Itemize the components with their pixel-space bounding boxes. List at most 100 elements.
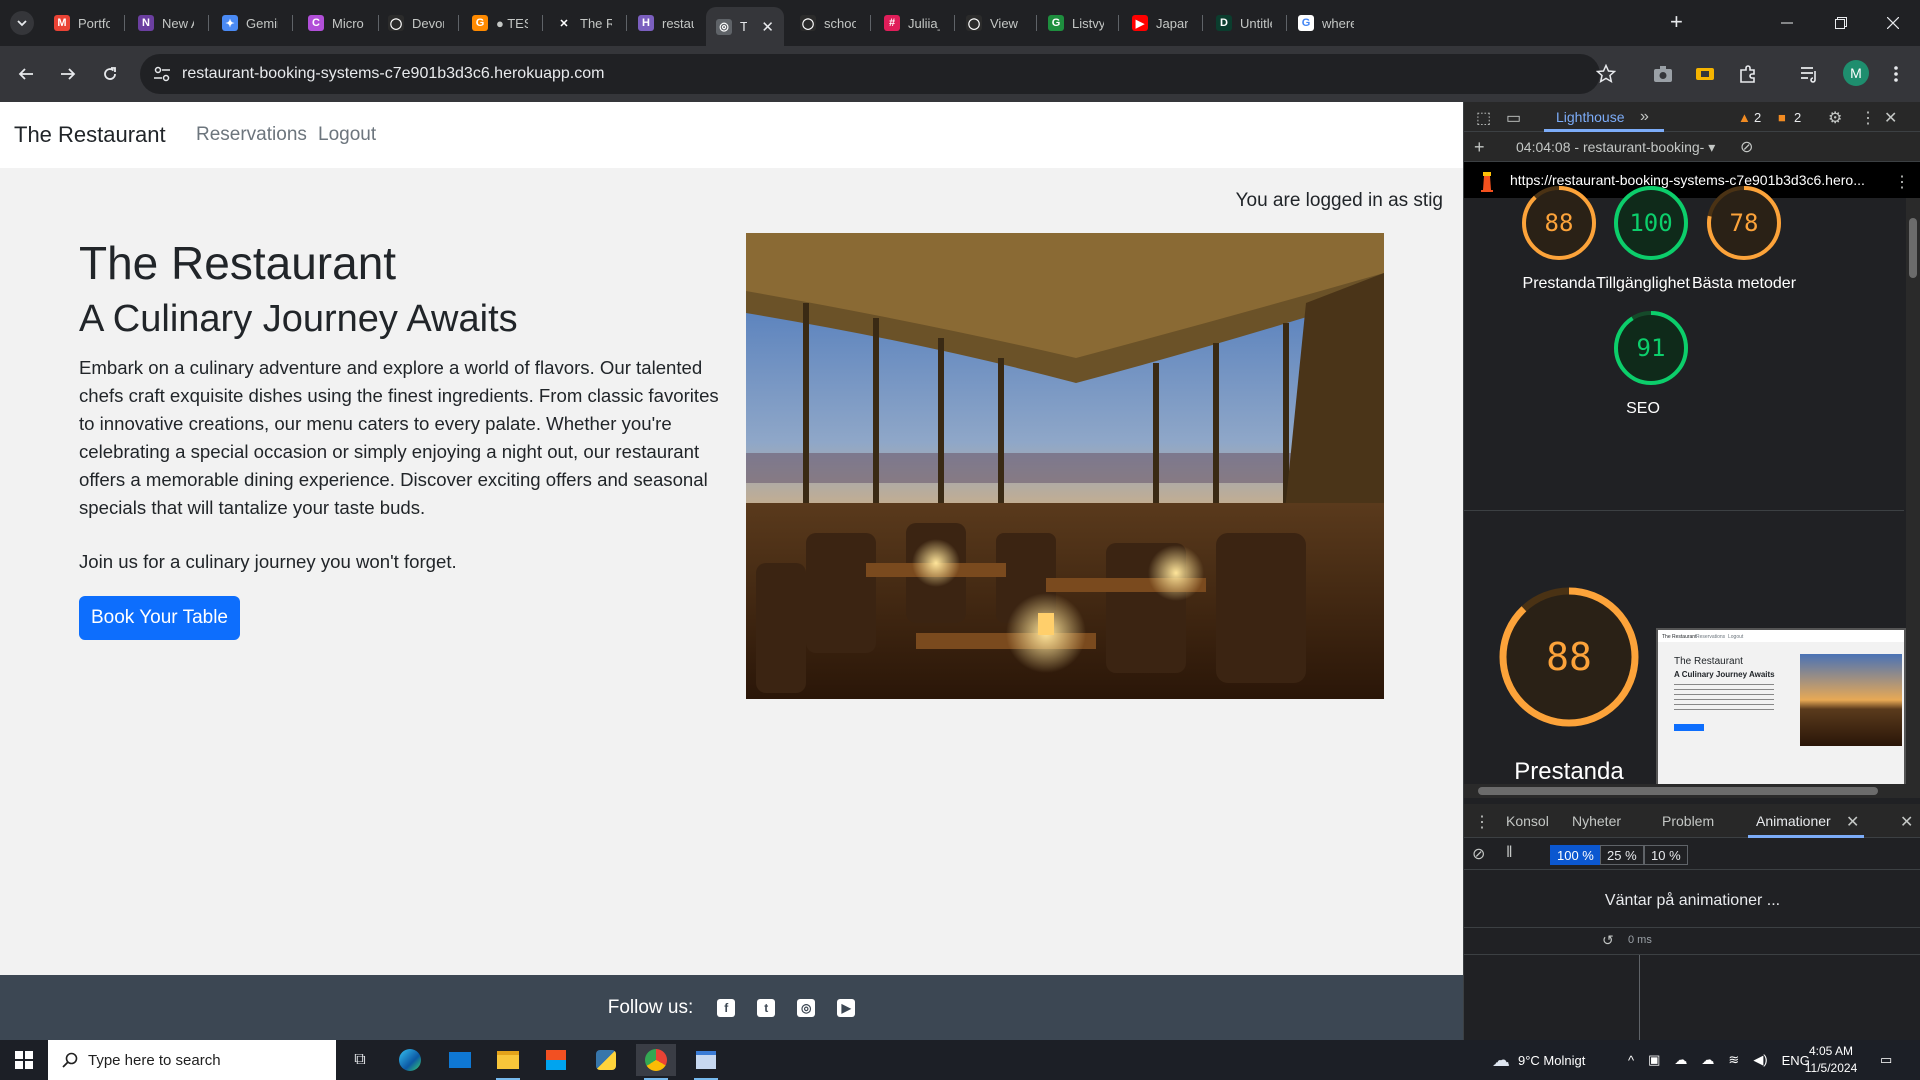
- close-drawer-icon[interactable]: ✕: [1900, 812, 1913, 832]
- slack-icon: #: [884, 15, 900, 31]
- forward-button[interactable]: [54, 60, 82, 88]
- hero-join-text: Join us for a culinary journey you won't…: [79, 551, 457, 572]
- replay-icon[interactable]: ↺: [1602, 932, 1614, 949]
- warning-icon[interactable]: ▲: [1738, 110, 1751, 125]
- browser-tab[interactable]: Hrestaurar: [628, 7, 704, 39]
- facebook-icon[interactable]: f: [717, 998, 736, 1017]
- error-icon[interactable]: ■: [1778, 110, 1786, 125]
- site-info-icon[interactable]: [152, 64, 172, 84]
- new-report-icon[interactable]: +: [1474, 137, 1485, 158]
- start-button[interactable]: [0, 1040, 48, 1080]
- restore-button[interactable]: [1814, 0, 1868, 46]
- devtools-menu-icon[interactable]: ⋮: [1860, 108, 1876, 128]
- browser-tab[interactable]: G Listvy - F: [1038, 7, 1114, 39]
- inspect-element-icon[interactable]: ⬚: [1476, 108, 1491, 128]
- browser-tab[interactable]: M Portfolio: [44, 7, 120, 39]
- speed-100[interactable]: 100 %: [1550, 845, 1601, 865]
- report-selector[interactable]: 04:04:08 - restaurant-booking- ▾: [1516, 139, 1715, 156]
- gitpod-icon: G: [472, 15, 488, 31]
- chrome-app[interactable]: [636, 1044, 676, 1080]
- more-tabs-icon[interactable]: »: [1640, 108, 1649, 126]
- devtools-panel: ⬚ ▭ Lighthouse » ▲ 2 ■ 2 ⚙ ⋮ ✕ + 04:04:0…: [1463, 102, 1920, 1040]
- site-brand[interactable]: The Restaurant: [14, 122, 166, 148]
- browser-tab[interactable]: ◎ The ✕: [706, 7, 784, 46]
- errors-count[interactable]: 2: [1794, 110, 1801, 125]
- browser-tab[interactable]: D Untitled: [1206, 7, 1282, 39]
- speed-10[interactable]: 10 %: [1644, 845, 1688, 865]
- devtools-close-icon[interactable]: ✕: [1884, 108, 1897, 128]
- speed-25[interactable]: 25 %: [1600, 845, 1644, 865]
- browser-tab[interactable]: ▶ Japanese: [1122, 7, 1198, 39]
- back-button[interactable]: [12, 60, 40, 88]
- clear-animations-icon[interactable]: ⊘: [1472, 844, 1485, 864]
- mail-app[interactable]: [440, 1044, 480, 1076]
- browser-tab[interactable]: Gwhere to: [1288, 7, 1364, 39]
- drawer-tab-console[interactable]: Konsol: [1506, 813, 1549, 829]
- browser-tab[interactable]: ◯ school_a: [790, 7, 866, 39]
- settings-gear-icon[interactable]: ⚙: [1828, 108, 1842, 128]
- wifi-icon[interactable]: ≋: [1728, 1052, 1739, 1068]
- taskbar-search[interactable]: Type here to search: [48, 1040, 336, 1080]
- book-table-button[interactable]: Book Your Table: [79, 596, 240, 640]
- warnings-count[interactable]: 2: [1754, 110, 1761, 125]
- minimize-button[interactable]: [1760, 0, 1814, 46]
- browser-tab[interactable]: # Juliia_me: [874, 7, 950, 39]
- page-screenshot-thumbnail[interactable]: The Restaurant Reservations Logout The R…: [1656, 628, 1906, 790]
- onedrive-sync-icon[interactable]: ☁: [1701, 1052, 1714, 1068]
- nav-link-reservations[interactable]: Reservations: [196, 124, 307, 146]
- notifications-button[interactable]: ▭: [1880, 1040, 1892, 1080]
- media-controls-button[interactable]: [1796, 60, 1824, 88]
- animation-timeline: ↺ 0 ms: [1464, 927, 1920, 955]
- browser-tab[interactable]: G ● TESTIN: [462, 7, 538, 39]
- browser-tab[interactable]: N New Age: [128, 7, 204, 39]
- nav-link-logout[interactable]: Logout: [318, 124, 376, 146]
- browser-tab[interactable]: ✕ The Resta: [546, 7, 622, 39]
- screenshot-extension-button[interactable]: [1649, 60, 1677, 88]
- bookmark-button[interactable]: [1592, 60, 1620, 88]
- browser-tab[interactable]: ✦ Gemini: [212, 7, 288, 39]
- vertical-scrollbar[interactable]: [1906, 198, 1920, 784]
- profile-avatar[interactable]: M: [1843, 60, 1869, 86]
- tab-lighthouse[interactable]: Lighthouse: [1556, 109, 1625, 125]
- drawer-tab-news[interactable]: Nyheter: [1572, 813, 1621, 829]
- file-explorer-app[interactable]: [488, 1044, 528, 1080]
- url-text[interactable]: restaurant-booking-systems-c7e901b3d3c6.…: [182, 65, 604, 83]
- extension-button[interactable]: [1691, 60, 1719, 88]
- drawer-tab-animations[interactable]: Animationer: [1756, 813, 1831, 829]
- drawer-tab-issues[interactable]: Problem: [1662, 813, 1714, 829]
- close-animations-tab-icon[interactable]: ✕: [1846, 812, 1859, 832]
- tray-chevron-icon[interactable]: ^: [1628, 1053, 1634, 1068]
- window-app[interactable]: [686, 1044, 726, 1080]
- browser-menu-button[interactable]: [1882, 60, 1910, 88]
- volume-icon[interactable]: ◀): [1753, 1052, 1767, 1068]
- browser-tab[interactable]: ◯ View 1 -: [956, 7, 1032, 39]
- browser-tab[interactable]: C Microsof: [298, 7, 374, 39]
- onedrive-icon[interactable]: ☁: [1674, 1052, 1687, 1068]
- clear-reports-icon[interactable]: ⊘: [1740, 137, 1753, 157]
- weather-widget[interactable]: ☁ 9°C Molnigt: [1492, 1040, 1585, 1080]
- drawer-menu-icon[interactable]: ⋮: [1474, 812, 1490, 832]
- edge-icon: [399, 1049, 421, 1071]
- reload-button[interactable]: [96, 60, 124, 88]
- pause-all-icon[interactable]: ‖: [1506, 844, 1513, 862]
- horizontal-scrollbar[interactable]: [1464, 784, 1920, 798]
- extensions-menu-button[interactable]: [1734, 60, 1762, 88]
- address-bar[interactable]: restaurant-booking-systems-c7e901b3d3c6.…: [140, 54, 1600, 94]
- device-toggle-icon[interactable]: ▭: [1506, 108, 1521, 128]
- instagram-icon[interactable]: ◎: [797, 998, 816, 1017]
- tab-search-button[interactable]: [10, 11, 34, 35]
- close-tab-icon[interactable]: ✕: [761, 18, 774, 36]
- youtube-icon[interactable]: ▶: [837, 998, 856, 1017]
- close-window-button[interactable]: [1866, 0, 1920, 46]
- browser-tab[interactable]: ◯ Devon-D: [378, 7, 454, 39]
- store-app[interactable]: [536, 1044, 576, 1076]
- python-app[interactable]: [586, 1044, 626, 1076]
- taskbar-clock[interactable]: 4:05 AM 11/5/2024: [1796, 1043, 1866, 1077]
- tray-device-icon[interactable]: ▣: [1648, 1052, 1660, 1068]
- new-tab-button[interactable]: +: [1670, 11, 1683, 33]
- tab-title: Gemini: [246, 15, 278, 31]
- report-menu-icon[interactable]: ⋮: [1894, 172, 1910, 192]
- task-view-button[interactable]: ⧉: [340, 1044, 380, 1076]
- edge-app[interactable]: [390, 1044, 430, 1076]
- twitter-icon[interactable]: t: [757, 998, 776, 1017]
